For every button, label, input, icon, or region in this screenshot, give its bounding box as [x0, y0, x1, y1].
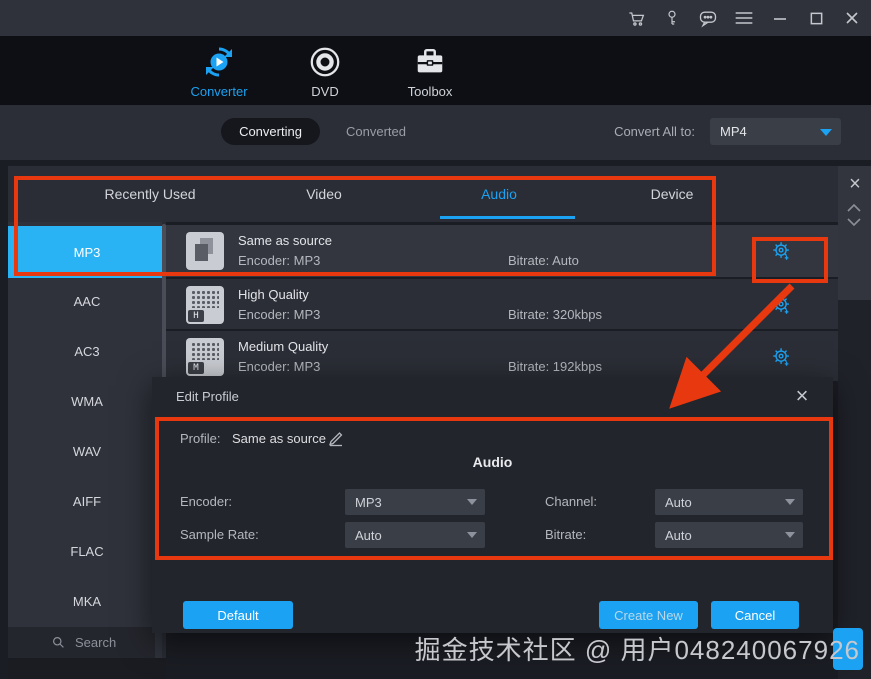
gear-icon[interactable]	[771, 346, 793, 368]
minimize-icon[interactable]	[769, 7, 791, 29]
nav-tab-converter[interactable]: Converter	[164, 44, 274, 109]
titlebar	[0, 0, 871, 36]
chat-icon[interactable]	[697, 7, 719, 29]
profile-bitrate: Bitrate: 192kbps	[508, 359, 602, 374]
chevron-down-icon[interactable]	[846, 215, 864, 227]
dvd-icon	[270, 44, 380, 80]
convert-all-label: Convert All to:	[614, 124, 695, 139]
sidebar-item-ac3[interactable]: AC3	[8, 326, 166, 376]
chevron-down-icon	[467, 532, 477, 538]
tab-video[interactable]: Video	[296, 166, 352, 222]
menu-icon[interactable]	[733, 7, 755, 29]
profile-encoder: Encoder: MP3	[238, 307, 321, 322]
profile-bitrate: Bitrate: 320kbps	[508, 307, 602, 322]
sidebar-item-aiff[interactable]: AIFF	[8, 476, 166, 526]
sidebar-item-aac[interactable]: AAC	[8, 276, 166, 326]
channel-label: Channel:	[545, 494, 598, 509]
toolbox-icon	[375, 44, 485, 80]
sidebar-item-mp3[interactable]: MP3	[8, 226, 166, 278]
profile-field-value: Same as source	[232, 431, 326, 446]
profile-name: High Quality	[238, 287, 309, 302]
convert-all-dropdown[interactable]: MP4	[710, 118, 841, 145]
convert-all-value: MP4	[720, 124, 747, 139]
profile-encoder: Encoder: MP3	[238, 359, 321, 374]
dialog-title: Edit Profile	[176, 389, 239, 404]
sidebar-item-mka[interactable]: MKA	[8, 576, 166, 626]
edit-profile-dialog: Edit Profile × Profile: Same as source A…	[152, 377, 833, 633]
sidebar-item-flac[interactable]: FLAC	[8, 526, 166, 576]
high-quality-icon: H	[186, 286, 224, 324]
bitrate-value: Auto	[665, 527, 692, 543]
medium-quality-icon: M	[186, 338, 224, 376]
sub-toolbar: Converting Converted Convert All to: MP4	[0, 105, 871, 160]
chevron-down-icon	[820, 129, 832, 136]
encoder-dropdown[interactable]: MP3	[345, 489, 485, 515]
profile-bitrate: Bitrate: Auto	[508, 253, 579, 268]
profile-name: Same as source	[238, 233, 332, 248]
sample-rate-dropdown[interactable]: Auto	[345, 522, 485, 548]
quality-badge: H	[188, 310, 204, 322]
encoder-value: MP3	[355, 494, 382, 510]
converter-icon	[164, 44, 274, 80]
default-button[interactable]: Default	[183, 601, 293, 629]
cancel-button[interactable]: Cancel	[711, 601, 799, 629]
tab-audio[interactable]: Audio	[471, 166, 527, 222]
profile-encoder: Encoder: MP3	[238, 253, 321, 268]
sample-rate-value: Auto	[355, 527, 382, 543]
key-icon[interactable]	[661, 7, 683, 29]
nav-label-converter: Converter	[190, 84, 248, 99]
format-sidebar: MP3 AAC AC3 WMA WAV AIFF FLAC MKA	[8, 222, 166, 679]
bitrate-label: Bitrate:	[545, 527, 587, 542]
cart-icon[interactable]	[625, 7, 647, 29]
maximize-icon[interactable]	[805, 7, 827, 29]
channel-dropdown[interactable]: Auto	[655, 489, 803, 515]
watermark-text: 掘金技术社区 @ 用户048240067926	[414, 635, 860, 665]
gear-icon[interactable]	[771, 294, 793, 316]
profile-row-medium-quality[interactable]: M Medium Quality Encoder: MP3 Bitrate: 1…	[166, 331, 838, 381]
profile-field-label: Profile:	[180, 431, 221, 446]
chevron-down-icon	[785, 499, 795, 505]
nav-tab-dvd[interactable]: DVD	[270, 44, 380, 99]
chevron-down-icon	[785, 532, 795, 538]
profile-row-high-quality[interactable]: H High Quality Encoder: MP3 Bitrate: 320…	[166, 279, 838, 329]
tab-device[interactable]: Device	[641, 166, 704, 222]
chevron-up-icon[interactable]	[846, 200, 864, 212]
gear-icon[interactable]	[771, 240, 793, 262]
close-icon[interactable]	[841, 7, 863, 29]
sidebar-item-wav[interactable]: WAV	[8, 426, 166, 476]
nav-label-dvd: DVD	[311, 84, 339, 99]
same-as-source-icon	[186, 232, 224, 270]
tab-recently-used[interactable]: Recently Used	[94, 166, 205, 222]
sample-rate-label: Sample Rate:	[180, 527, 259, 542]
app-window: Converter DVD Toolbox Converting Convert…	[0, 0, 871, 679]
nav-tab-toolbox[interactable]: Toolbox	[375, 44, 485, 99]
chevron-down-icon	[467, 499, 477, 505]
profile-row-same-as-source[interactable]: Same as source Encoder: MP3 Bitrate: Aut…	[166, 225, 838, 277]
profile-drawer-tabs: Recently Used Video Audio Device	[8, 166, 838, 222]
quality-badge: M	[188, 362, 204, 374]
drawer-close-icon[interactable]: ×	[843, 172, 867, 196]
channel-value: Auto	[665, 494, 692, 510]
encoder-label: Encoder:	[180, 494, 233, 509]
create-new-button[interactable]: Create New	[599, 601, 698, 629]
converting-toggle[interactable]: Converting	[221, 118, 320, 145]
nav-label-toolbox: Toolbox	[407, 84, 453, 99]
tab-active-underline	[440, 216, 575, 219]
edit-pencil-icon[interactable]	[327, 429, 345, 447]
background-strip	[838, 300, 871, 679]
main-nav: Converter DVD Toolbox	[0, 36, 871, 109]
dialog-close-icon[interactable]: ×	[789, 383, 815, 409]
sidebar-item-wma[interactable]: WMA	[8, 376, 166, 426]
profile-name: Medium Quality	[238, 339, 329, 354]
converted-toggle[interactable]: Converted	[346, 118, 406, 145]
dialog-section-title: Audio	[472, 454, 513, 470]
bitrate-dropdown[interactable]: Auto	[655, 522, 803, 548]
